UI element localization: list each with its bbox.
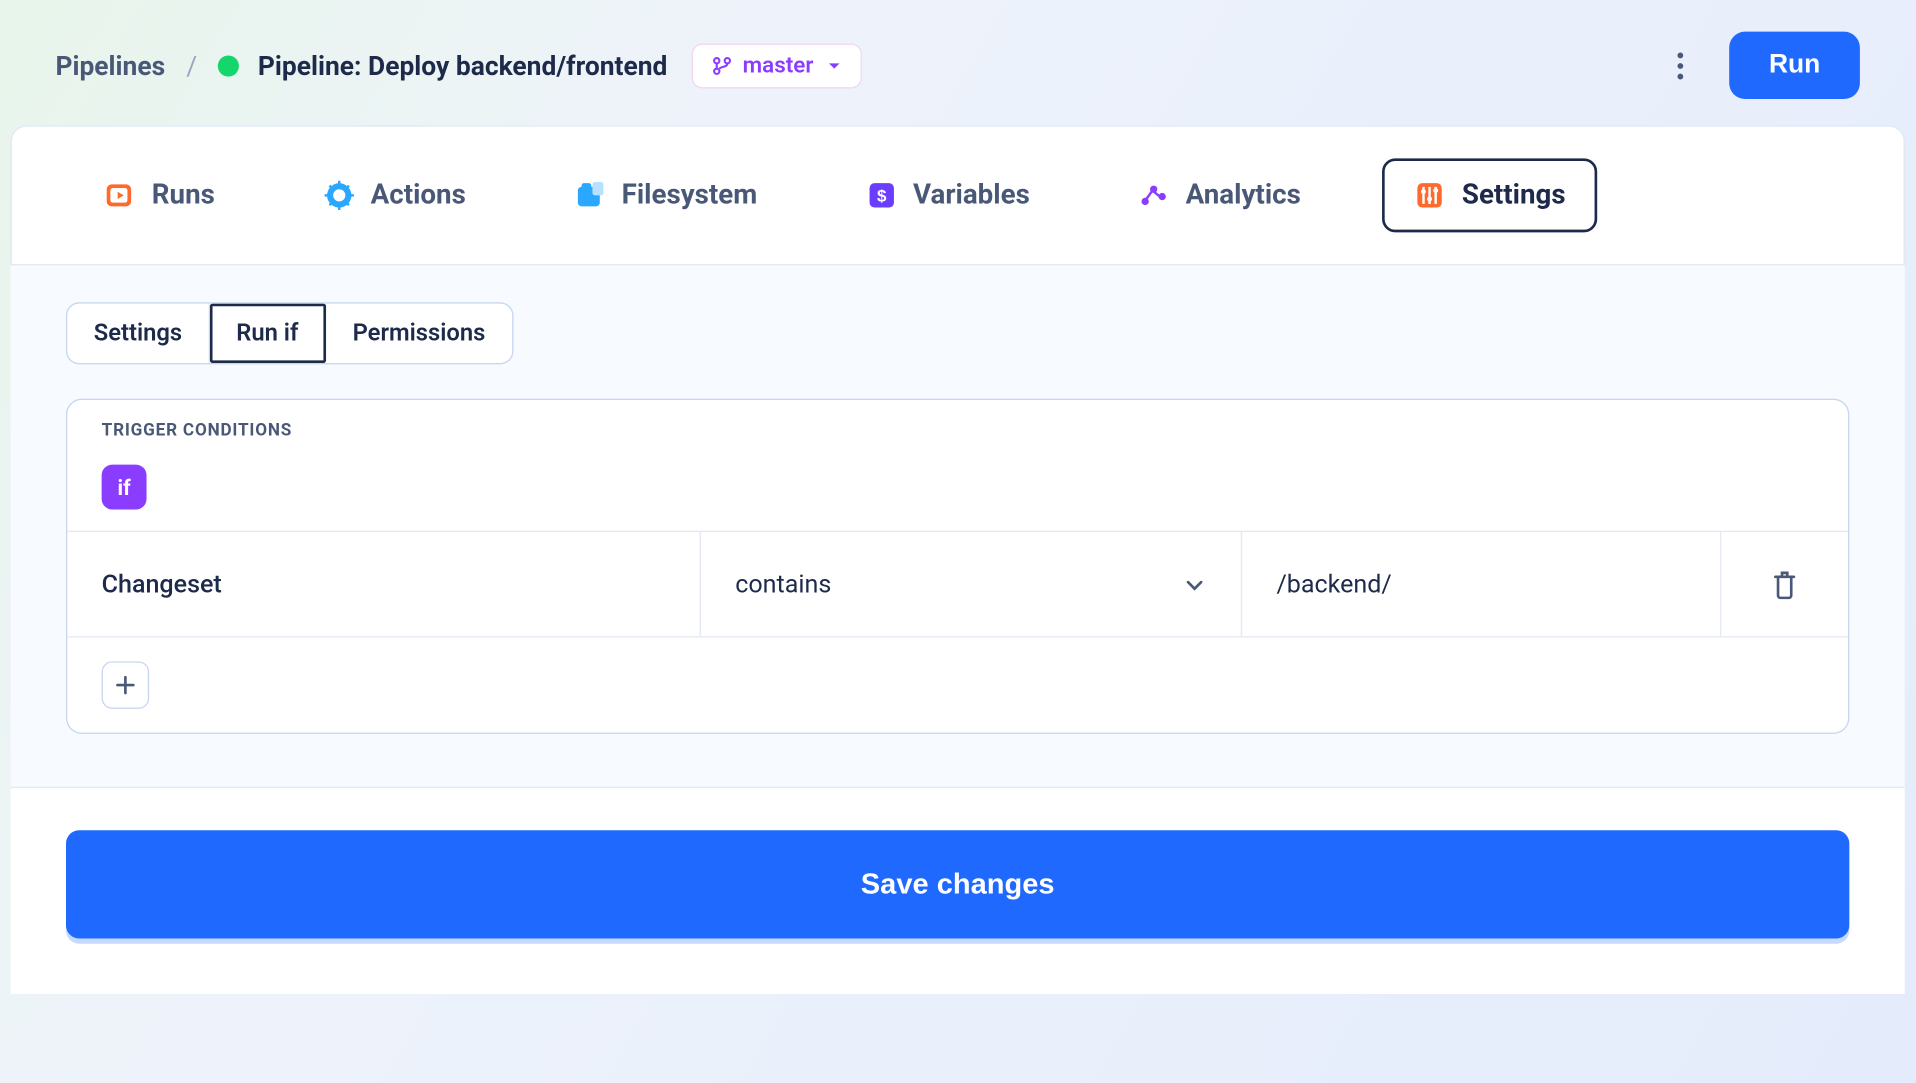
subtab-settings[interactable]: Settings (67, 304, 210, 363)
tab-filesystem-label: Filesystem (622, 180, 758, 212)
condition-operator-value: contains (735, 569, 831, 599)
runs-icon (104, 180, 136, 212)
branch-selector[interactable]: master (691, 43, 862, 88)
trigger-conditions-title: TRIGGER CONDITIONS (67, 400, 1848, 451)
more-options-button[interactable] (1655, 40, 1705, 90)
page-header: Pipelines / Pipeline: Deploy backend/fro… (0, 0, 1915, 125)
save-changes-button[interactable]: Save changes (66, 830, 1849, 938)
branch-name: master (743, 52, 814, 78)
trigger-conditions-panel: TRIGGER CONDITIONS if Changeset contains (66, 399, 1849, 734)
breadcrumb-separator: / (186, 50, 197, 82)
tab-actions[interactable]: Actions (297, 164, 493, 227)
filesystem-icon (574, 180, 606, 212)
variables-icon: $ (866, 180, 898, 212)
tab-runs[interactable]: Runs (78, 164, 241, 227)
pipeline-status-dot (218, 55, 239, 76)
settings-content: Settings Run if Permissions TRIGGER COND… (11, 264, 1905, 787)
tab-actions-label: Actions (371, 180, 466, 212)
tab-analytics[interactable]: Analytics (1112, 164, 1328, 227)
pipeline-title: Pipeline: Deploy backend/frontend (258, 50, 668, 82)
main-tab-bar: Runs Actions Filesystem $ Variables Anal… (12, 127, 1904, 264)
breadcrumb: Pipelines / Pipeline: Deploy backend/fro… (55, 50, 667, 82)
if-badge: if (102, 465, 147, 510)
tab-variables-label: Variables (913, 180, 1030, 212)
chevron-down-icon (827, 57, 843, 73)
trash-icon (1771, 570, 1797, 599)
sub-tab-bar: Settings Run if Permissions (66, 302, 513, 364)
tab-variables[interactable]: $ Variables (839, 164, 1056, 227)
breadcrumb-root[interactable]: Pipelines (55, 50, 165, 82)
tab-card: Runs Actions Filesystem $ Variables Anal… (11, 125, 1905, 264)
actions-icon (323, 180, 355, 212)
tab-filesystem[interactable]: Filesystem (548, 164, 784, 227)
footer: Save changes (11, 787, 1905, 994)
plus-icon (115, 675, 136, 696)
run-button[interactable]: Run (1729, 32, 1860, 99)
add-condition-button[interactable] (102, 661, 150, 709)
settings-icon (1414, 180, 1446, 212)
tab-settings-label: Settings (1462, 180, 1566, 212)
condition-value-input[interactable] (1276, 569, 1685, 599)
tab-runs-label: Runs (152, 180, 215, 212)
svg-text:$: $ (877, 186, 887, 205)
tab-settings[interactable]: Settings (1383, 158, 1598, 232)
condition-row: Changeset contains (67, 531, 1848, 637)
subtab-run-if[interactable]: Run if (210, 304, 326, 363)
condition-delete-button[interactable] (1721, 532, 1848, 636)
subtab-permissions[interactable]: Permissions (326, 304, 512, 363)
tab-analytics-label: Analytics (1186, 180, 1301, 212)
add-condition-row (67, 636, 1848, 732)
condition-value-cell (1242, 532, 1721, 636)
chevron-down-icon (1183, 572, 1207, 596)
git-branch-icon (711, 55, 732, 76)
kebab-icon (1677, 51, 1685, 80)
condition-operator-select[interactable]: contains (701, 532, 1242, 636)
if-row: if (67, 451, 1848, 530)
analytics-icon (1138, 180, 1170, 212)
condition-field[interactable]: Changeset (67, 532, 701, 636)
